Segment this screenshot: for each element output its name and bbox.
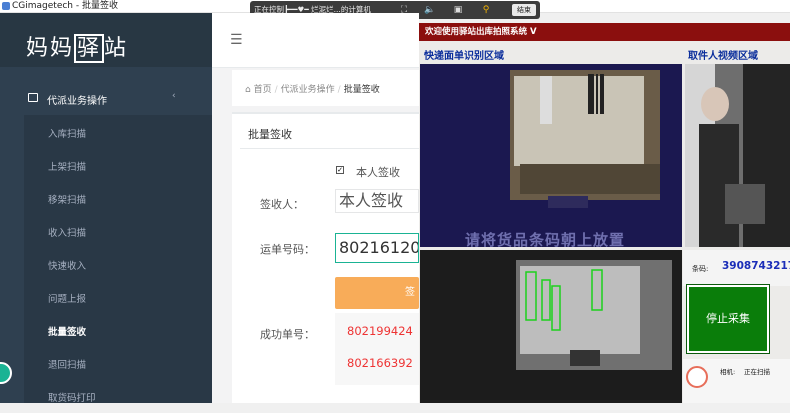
logo: 妈妈驿站 <box>26 34 129 63</box>
placement-hint: 请将货品条码朝上放置 <box>465 231 626 249</box>
receiver-input[interactable]: 本人签收 <box>335 189 419 213</box>
page-title: 批量签收 <box>248 128 292 141</box>
waybill-input[interactable]: 802161206 <box>335 233 419 263</box>
receiver-label: 签收人： <box>260 198 304 211</box>
breadcrumb-home[interactable]: 首页 <box>254 85 272 95</box>
sidebar-item-shelf-scan[interactable]: 上架扫描 <box>24 149 212 182</box>
parcel-image <box>420 64 682 247</box>
breadcrumb-current: 批量签收 <box>343 85 380 95</box>
window-icon[interactable]: ▣ <box>452 4 464 16</box>
breadcrumb: ⌂ 首页 / 代派业务操作 / 批量签收 <box>245 85 380 95</box>
success-number: 802166392 <box>347 356 413 370</box>
barcode-label: 条码: <box>692 265 709 273</box>
menu-group-dispatch[interactable]: 代派业务操作 ‹ <box>0 85 212 113</box>
success-label: 成功单号： <box>260 328 315 341</box>
waybill-camera-view <box>420 64 682 247</box>
sign-submit-button[interactable]: 签 <box>335 277 419 309</box>
desktop-icon <box>28 93 38 102</box>
grayscale-parcel-image <box>420 250 682 403</box>
waybill-label: 运单号码： <box>260 243 315 256</box>
recognition-camera-view <box>420 250 682 403</box>
window-title: CGimagetech - 批量签收 <box>12 1 118 11</box>
camera-status-label: 相机: <box>720 368 736 376</box>
stop-capture-button[interactable]: 停止采集 <box>686 284 770 354</box>
waybill-area-title: 快递面单识别区域 <box>424 51 504 62</box>
sidebar-item-pickup-code-print[interactable]: 取货码打印 <box>24 380 212 413</box>
sidebar-item-return-scan[interactable]: 退回扫描 <box>24 347 212 380</box>
chevron-down-icon: ‹ <box>172 91 176 101</box>
sidebar-item-batch-sign[interactable]: 批量签收 <box>24 314 212 347</box>
self-sign-checkbox[interactable]: ✓ <box>336 166 344 174</box>
divider <box>240 148 419 149</box>
end-session-button[interactable]: 结束 <box>512 4 536 16</box>
pickup-person-video <box>685 64 790 247</box>
success-number: 802199424 <box>347 324 413 338</box>
menu-group-label: 代派业务操作 <box>47 96 107 107</box>
barcode-value: 390874321751 <box>722 260 790 272</box>
camera-icon <box>686 366 708 388</box>
sidebar-item-quick-receive[interactable]: 快速收入 <box>24 248 212 281</box>
pin-icon[interactable]: ⚲ <box>480 4 492 16</box>
video-area-title: 取件人视频区域 <box>688 51 758 62</box>
breadcrumb-section[interactable]: 代派业务操作 <box>281 85 335 95</box>
app-icon <box>2 2 10 10</box>
sidebar-item-inbound-scan[interactable]: 入库扫描 <box>24 116 212 149</box>
camera-status-value: 正在扫描 <box>744 368 770 376</box>
volume-icon[interactable]: 🔈 <box>424 4 436 16</box>
sidebar-item-receive-scan[interactable]: 收入扫描 <box>24 215 212 248</box>
sidebar-item-problem-report[interactable]: 问题上报 <box>24 281 212 314</box>
menu-toggle-icon[interactable]: ☰ <box>230 32 243 48</box>
top-nav <box>212 13 419 68</box>
sidebar-item-move-scan[interactable]: 移架扫描 <box>24 182 212 215</box>
home-icon: ⌂ <box>245 85 251 95</box>
person-video-image <box>685 64 790 247</box>
self-sign-label: 本人签收 <box>356 166 400 179</box>
capture-app-header: 欢迎使用驿站出库拍照系统 V <box>419 23 790 41</box>
